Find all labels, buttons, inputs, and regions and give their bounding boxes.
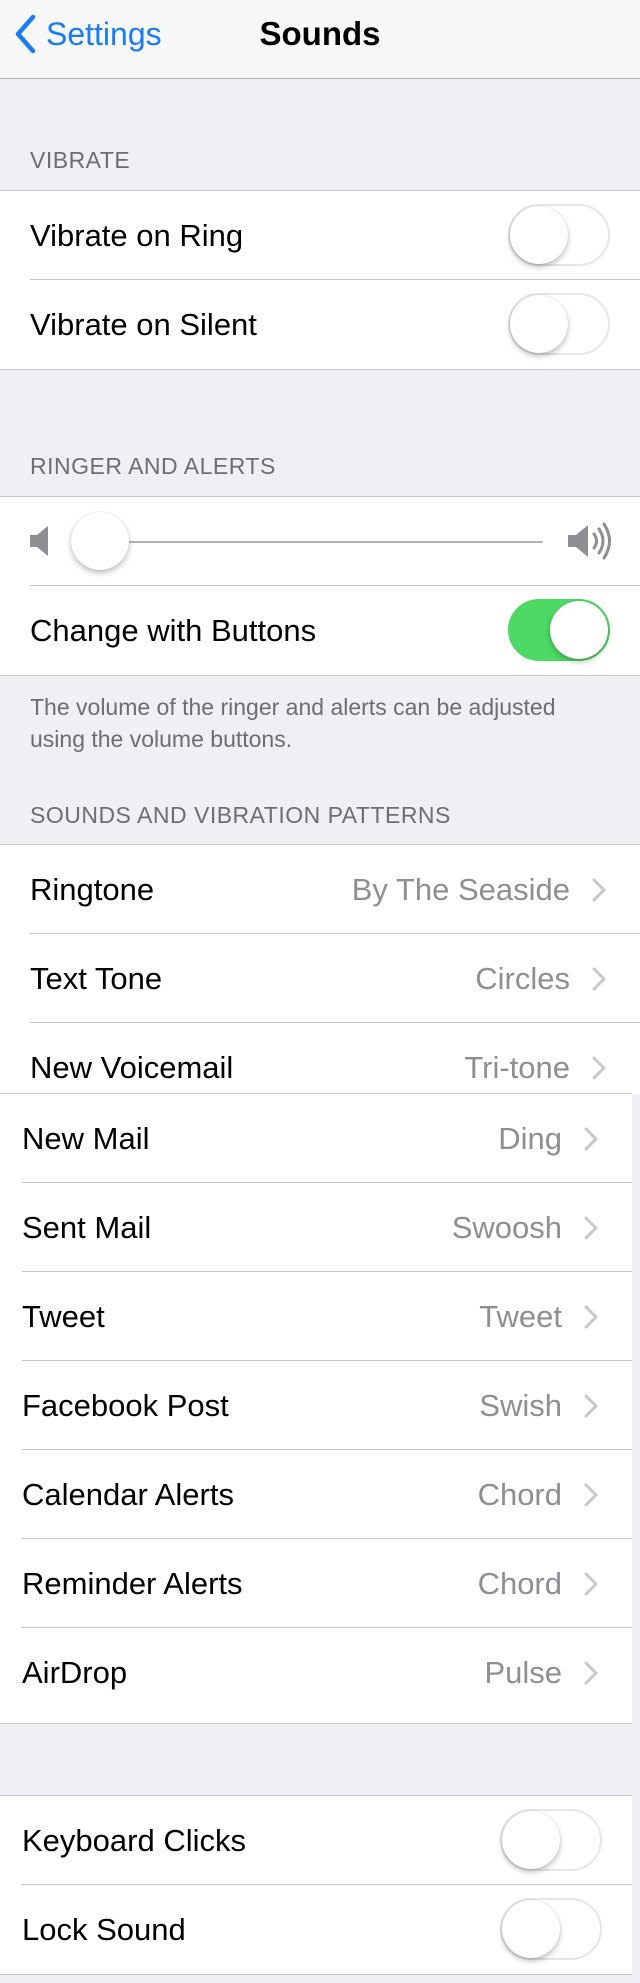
ringer-group: Change with Buttons bbox=[0, 496, 640, 676]
row-vibrate-on-silent[interactable]: Vibrate on Silent bbox=[0, 280, 640, 369]
other-sounds-group: Keyboard Clicks Lock Sound bbox=[0, 1795, 632, 1975]
chevron-right-icon bbox=[584, 1305, 598, 1334]
row-value: Chord bbox=[477, 1566, 562, 1601]
navigation-bar: Settings Sounds bbox=[0, 0, 640, 79]
vibrate-on-ring-toggle[interactable] bbox=[508, 204, 610, 266]
row-change-with-buttons[interactable]: Change with Buttons bbox=[0, 586, 640, 675]
row-label: Keyboard Clicks bbox=[22, 1823, 246, 1858]
section-header-ringer: RINGER AND ALERTS bbox=[30, 453, 276, 479]
row-label: New Mail bbox=[22, 1121, 150, 1156]
volume-slider-track[interactable] bbox=[100, 541, 543, 543]
volume-slider-row bbox=[0, 497, 640, 586]
row-value: Swish bbox=[479, 1388, 562, 1423]
row-label: Text Tone bbox=[30, 961, 163, 996]
toggle-knob bbox=[550, 601, 608, 659]
row-label: Sent Mail bbox=[22, 1210, 152, 1245]
row-value: Circles bbox=[475, 961, 570, 996]
volume-slider-thumb[interactable] bbox=[71, 512, 129, 570]
toggle-knob bbox=[510, 206, 568, 264]
row-value: Pulse bbox=[484, 1655, 562, 1690]
chevron-right-icon bbox=[592, 967, 606, 996]
change-with-buttons-toggle[interactable] bbox=[508, 599, 610, 661]
chevron-right-icon bbox=[584, 1572, 598, 1601]
row-label: Vibrate on Ring bbox=[30, 218, 244, 253]
chevron-right-icon bbox=[584, 1394, 598, 1423]
row-value: Ding bbox=[498, 1121, 562, 1156]
row-text-tone[interactable]: Text Tone Circles bbox=[0, 934, 640, 1023]
row-label: Vibrate on Silent bbox=[30, 307, 257, 342]
row-new-voicemail[interactable]: New Voicemail Tri-tone bbox=[0, 1023, 640, 1093]
patterns-group-top: Ringtone By The Seaside Text Tone Circle… bbox=[0, 844, 640, 1094]
row-vibrate-on-ring[interactable]: Vibrate on Ring bbox=[0, 191, 640, 280]
page-title: Sounds bbox=[259, 15, 381, 52]
row-label: Ringtone bbox=[30, 872, 155, 907]
ringer-footer-note: The volume of the ringer and alerts can … bbox=[30, 694, 556, 752]
chevron-right-icon bbox=[592, 1056, 606, 1085]
speaker-low-icon bbox=[28, 523, 52, 564]
row-label: Calendar Alerts bbox=[22, 1477, 234, 1512]
row-label: Lock Sound bbox=[22, 1912, 186, 1947]
row-sent-mail[interactable]: Sent Mail Swoosh bbox=[0, 1183, 632, 1272]
row-value: Tweet bbox=[479, 1299, 562, 1334]
toggle-knob bbox=[502, 1900, 560, 1958]
row-reminder-alerts[interactable]: Reminder Alerts Chord bbox=[0, 1539, 632, 1628]
row-value: By The Seaside bbox=[351, 872, 570, 907]
vibrate-on-silent-toggle[interactable] bbox=[508, 293, 610, 355]
row-value: Swoosh bbox=[451, 1210, 562, 1245]
patterns-group-bottom: New Mail Ding Sent Mail Swoosh Tweet Twe… bbox=[0, 1093, 632, 1724]
row-label: Reminder Alerts bbox=[22, 1566, 243, 1601]
chevron-right-icon bbox=[584, 1127, 598, 1156]
lock-sound-toggle[interactable] bbox=[500, 1898, 602, 1960]
row-facebook-post[interactable]: Facebook Post Swish bbox=[0, 1361, 632, 1450]
keyboard-clicks-toggle[interactable] bbox=[500, 1809, 602, 1871]
chevron-right-icon bbox=[592, 878, 606, 907]
vibrate-group: Vibrate on Ring Vibrate on Silent bbox=[0, 190, 640, 370]
row-label: AirDrop bbox=[22, 1655, 128, 1690]
row-keyboard-clicks[interactable]: Keyboard Clicks bbox=[0, 1796, 632, 1885]
chevron-right-icon bbox=[584, 1483, 598, 1512]
toggle-knob bbox=[510, 295, 568, 353]
section-header-patterns: SOUNDS AND VIBRATION PATTERNS bbox=[30, 802, 451, 828]
row-ringtone[interactable]: Ringtone By The Seaside bbox=[0, 845, 640, 934]
chevron-right-icon bbox=[584, 1661, 598, 1690]
speaker-high-icon bbox=[566, 519, 614, 568]
row-airdrop[interactable]: AirDrop Pulse bbox=[0, 1628, 632, 1717]
row-label: Tweet bbox=[22, 1299, 105, 1334]
row-calendar-alerts[interactable]: Calendar Alerts Chord bbox=[0, 1450, 632, 1539]
row-value: Chord bbox=[477, 1477, 562, 1512]
row-lock-sound[interactable]: Lock Sound bbox=[0, 1885, 632, 1974]
toggle-knob bbox=[502, 1811, 560, 1869]
chevron-right-icon bbox=[584, 1216, 598, 1245]
section-header-vibrate: VIBRATE bbox=[30, 147, 131, 173]
row-new-mail[interactable]: New Mail Ding bbox=[0, 1094, 632, 1183]
row-label: Facebook Post bbox=[22, 1388, 229, 1423]
row-label: Change with Buttons bbox=[30, 613, 317, 648]
row-tweet[interactable]: Tweet Tweet bbox=[0, 1272, 632, 1361]
